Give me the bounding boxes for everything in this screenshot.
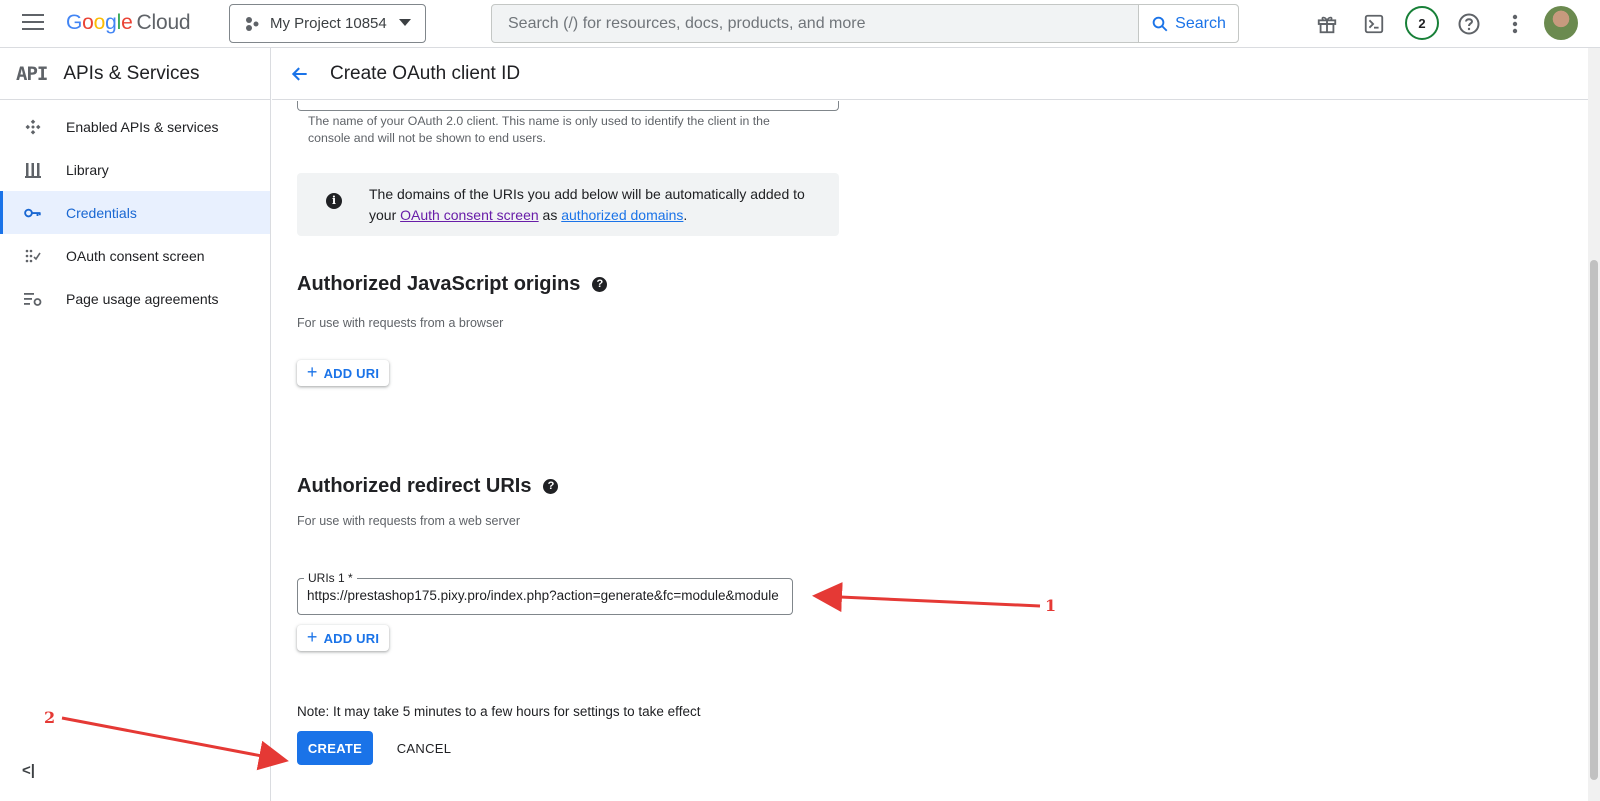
annotation-marker-1: 1: [1045, 596, 1057, 615]
redirect-uri-label: URIs 1 *: [304, 571, 357, 585]
redirect-uris-subtitle: For use with requests from a web server: [297, 514, 520, 528]
help-icon[interactable]: ?: [592, 277, 608, 292]
back-arrow-icon[interactable]: [290, 64, 310, 84]
redirect-uri-field: URIs 1 *: [297, 571, 793, 615]
page-title: Create OAuth client ID: [330, 62, 521, 84]
info-icon: i: [326, 193, 342, 209]
key-icon: [0, 207, 66, 219]
gift-icon[interactable]: [1312, 9, 1342, 39]
redirect-uris-heading: Authorized redirect URIs ?: [297, 475, 559, 498]
sidebar: API APIs & Services Enabled APIs & servi…: [0, 48, 271, 801]
sidebar-header: API APIs & Services: [0, 48, 270, 100]
add-uri-label: ADD URI: [323, 630, 380, 646]
plus-icon: +: [306, 626, 318, 647]
cancel-button[interactable]: CANCEL: [390, 731, 458, 765]
sidebar-item-page-usage[interactable]: Page usage agreements: [0, 277, 270, 320]
sidebar-item-label: OAuth consent screen: [66, 247, 205, 264]
search-icon: [1152, 16, 1168, 31]
sidebar-item-library[interactable]: Library: [0, 148, 270, 191]
search-button-label: Search: [1175, 14, 1226, 32]
annotation-marker-2: 2: [44, 708, 56, 727]
client-name-hint: The name of your OAuth 2.0 client. This …: [308, 114, 770, 145]
info-text-mid: as: [542, 207, 558, 223]
oauth-consent-icon: [0, 248, 66, 264]
create-button[interactable]: CREATE: [297, 731, 373, 765]
cloud-shell-icon[interactable]: [1359, 9, 1389, 39]
search-button[interactable]: Search: [1138, 5, 1238, 42]
google-cloud-logo[interactable]: Google Cloud: [66, 11, 191, 35]
authorized-domains-link[interactable]: authorized domains: [561, 207, 683, 223]
settings-list-icon: [0, 291, 66, 307]
sidebar-item-label: Library: [66, 161, 109, 178]
add-redirect-uri-button[interactable]: + ADD URI: [297, 625, 389, 651]
sidebar-item-enabled-apis[interactable]: Enabled APIs & services: [0, 105, 270, 148]
top-bar: GoogleCloud My Project 10854 Search 2: [0, 0, 1600, 48]
main-menu-icon[interactable]: [22, 14, 44, 32]
sidebar-item-label: Credentials: [66, 204, 137, 221]
js-origins-heading: Authorized JavaScript origins ?: [297, 273, 608, 296]
sidebar-item-label: Enabled APIs & services: [66, 118, 219, 135]
js-origins-subtitle: For use with requests from a browser: [297, 316, 504, 330]
sidebar-item-label: Page usage agreements: [66, 290, 219, 307]
info-banner-text: The domains of the URIs you add below wi…: [369, 184, 819, 226]
search-input[interactable]: [492, 5, 1138, 42]
search-bar: Search: [491, 4, 1239, 43]
sidebar-title: APIs & Services: [63, 62, 200, 84]
project-selector[interactable]: My Project 10854: [229, 4, 426, 43]
help-icon[interactable]: ?: [543, 479, 559, 494]
info-text-end: .: [683, 207, 688, 223]
enabled-apis-icon: [0, 118, 66, 136]
redirect-uris-title: Authorized redirect URIs: [297, 475, 532, 497]
add-js-origin-button[interactable]: + ADD URI: [297, 360, 389, 386]
logo-google-text: Google: [66, 11, 133, 34]
chevron-down-icon: [399, 19, 411, 26]
help-icon[interactable]: [1454, 9, 1484, 39]
user-avatar[interactable]: [1544, 6, 1578, 40]
library-icon: [0, 161, 66, 179]
page-header: Create OAuth client ID: [272, 48, 1600, 100]
plus-icon: +: [306, 361, 318, 382]
project-icon: [246, 16, 259, 31]
sidebar-item-oauth-consent[interactable]: OAuth consent screen: [0, 234, 270, 277]
more-vert-icon[interactable]: [1500, 9, 1530, 39]
info-banner: i The domains of the URIs you add below …: [297, 173, 839, 236]
scrollbar-thumb[interactable]: [1590, 260, 1598, 780]
collapse-sidebar-icon[interactable]: <|: [22, 762, 35, 779]
api-logo-icon: API: [16, 62, 48, 85]
add-uri-label: ADD URI: [323, 365, 380, 381]
js-origins-title: Authorized JavaScript origins: [297, 273, 581, 295]
settings-note: Note: It may take 5 minutes to a few hou…: [297, 704, 701, 719]
notifications-badge[interactable]: 2: [1405, 6, 1439, 40]
main-content: The name of your OAuth 2.0 client. This …: [272, 101, 1588, 801]
sidebar-item-credentials[interactable]: Credentials: [0, 191, 270, 234]
redirect-uri-input[interactable]: [307, 588, 785, 603]
project-name: My Project 10854: [270, 15, 387, 32]
logo-cloud-text: Cloud: [136, 11, 191, 34]
client-name-field[interactable]: [297, 101, 839, 111]
oauth-consent-link[interactable]: OAuth consent screen: [400, 207, 539, 223]
